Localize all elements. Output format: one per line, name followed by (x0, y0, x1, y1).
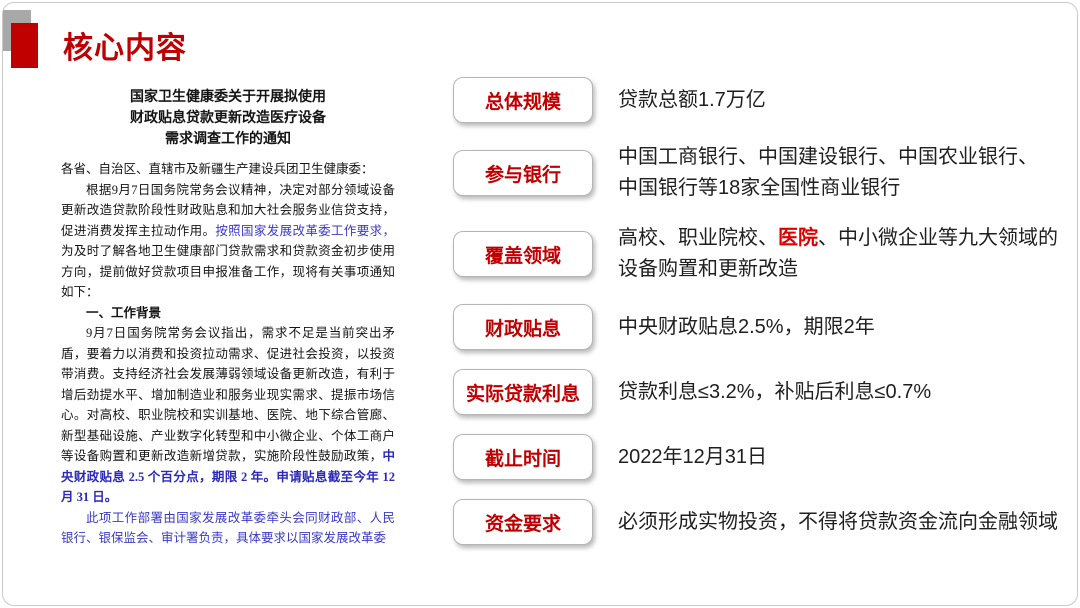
key-point-description: 中国工商银行、中国建设银行、中国农业银行、中国银行等18家全国性商业银行 (618, 142, 1038, 204)
key-points-list: 总体规模 贷款总额1.7万亿参与银行 中国工商银行、中国建设银行、中国农业银行、中国… (453, 77, 1043, 545)
key-point-pill: 总体规模 (453, 77, 593, 123)
text-segment: 中国银行等18家全国性商业银行 (618, 177, 900, 199)
text-segment-blue: 按照国家发展改革委工作要求， (215, 224, 395, 238)
key-point-label: 实际贷款利息 (466, 379, 580, 406)
key-point-row: 覆盖领域高校、职业院校、医院、中小微企业等九大领域的设备购置和更新改造 (453, 223, 1043, 285)
key-point-description: 中央财政贴息2.5%，期限2年 (618, 312, 875, 343)
description-line: 贷款利息≤3.2%，补贴后利息≤0.7% (618, 377, 931, 408)
text-segment: 、中小微企业等九大领域的 (818, 227, 1058, 249)
key-point-label: 财政贴息 (485, 314, 561, 341)
key-point-label: 参与银行 (485, 160, 561, 187)
key-point-description: 必须形成实物投资，不得将贷款资金流向金融领域 (618, 507, 1058, 538)
description-line: 中央财政贴息2.5%，期限2年 (618, 312, 875, 343)
key-point-label: 截止时间 (485, 444, 561, 471)
text-segment: 必须形成实物投资，不得将贷款资金流向金融领域 (618, 511, 1058, 533)
description-line: 高校、职业院校、医院、中小微企业等九大领域的 (618, 223, 1058, 254)
key-point-description: 高校、职业院校、医院、中小微企业等九大领域的设备购置和更新改造 (618, 223, 1058, 285)
key-point-row: 财政贴息 中央财政贴息2.5%，期限2年 (453, 304, 1043, 350)
key-point-pill: 资金要求 (453, 499, 593, 545)
text-segment: 贷款利息≤3.2%，补贴后利息≤0.7% (618, 381, 931, 403)
text-segment: 中央财政贴息2.5%，期限2年 (618, 316, 875, 338)
text-segment: 贷款总额1.7万亿 (618, 89, 766, 111)
key-point-row: 资金要求必须形成实物投资，不得将贷款资金流向金融领域 (453, 499, 1043, 545)
key-point-pill: 参与银行 (453, 150, 593, 196)
text-segment-red: 医院 (778, 227, 818, 249)
text-segment: 设备购置和更新改造 (618, 258, 798, 280)
key-point-row: 实际贷款利息 贷款利息≤3.2%，补贴后利息≤0.7% (453, 369, 1043, 415)
document-title-line: 需求调查工作的通知 (61, 129, 395, 150)
text-segment: 9月7日国务院常务会议指出，需求不足是当前突出矛盾，要着力以消费和投资拉动需求、… (61, 326, 395, 463)
key-point-pill: 实际贷款利息 (453, 369, 593, 415)
document-paragraph: 各省、自治区、直辖市及新疆生产建设兵团卫生健康委： (61, 159, 395, 180)
document-paragraph: 一、工作背景 (61, 303, 395, 324)
key-point-row: 总体规模 贷款总额1.7万亿 (453, 77, 1043, 123)
page-title: 核心内容 (63, 23, 187, 67)
slide: 核心内容 国家卫生健康委关于开展拟使用财政贴息贷款更新改造医疗设备需求调查工作的… (2, 2, 1078, 606)
key-point-description: 贷款利息≤3.2%，补贴后利息≤0.7% (618, 377, 931, 408)
text-segment-blue: 此项工作部署由国家发展改革委牵头会同财政部、人民银行、银保监会、审计署负责，具体… (61, 511, 395, 546)
key-point-label: 覆盖领域 (485, 241, 561, 268)
text-segment: 高校、职业院校、 (618, 227, 778, 249)
description-line: 设备购置和更新改造 (618, 254, 1058, 285)
key-point-pill: 覆盖领域 (453, 231, 593, 277)
key-point-row: 截止时间 2022年12月31日 (453, 434, 1043, 480)
text-segment: 2022年12月31日 (618, 446, 767, 468)
notice-document: 国家卫生健康委关于开展拟使用财政贴息贷款更新改造医疗设备需求调查工作的通知各省、… (61, 87, 395, 549)
key-point-description: 2022年12月31日 (618, 442, 767, 473)
description-line: 必须形成实物投资，不得将贷款资金流向金融领域 (618, 507, 1058, 538)
text-segment-bold: 一、工作背景 (86, 306, 161, 320)
description-line: 2022年12月31日 (618, 442, 767, 473)
document-paragraph: 9月7日国务院常务会议指出，需求不足是当前突出矛盾，要着力以消费和投资拉动需求、… (61, 323, 395, 508)
key-point-description: 贷款总额1.7万亿 (618, 85, 766, 116)
description-line: 中国银行等18家全国性商业银行 (618, 173, 1038, 204)
deco-red-square (11, 23, 38, 68)
description-line: 中国工商银行、中国建设银行、中国农业银行、 (618, 142, 1038, 173)
text-segment: 各省、自治区、直辖市及新疆生产建设兵团卫生健康委： (61, 162, 374, 176)
document-title-line: 国家卫生健康委关于开展拟使用 (61, 87, 395, 108)
key-point-pill: 截止时间 (453, 434, 593, 480)
description-line: 贷款总额1.7万亿 (618, 85, 766, 116)
document-title-gap (61, 150, 395, 159)
key-point-label: 总体规模 (485, 87, 561, 114)
key-point-pill: 财政贴息 (453, 304, 593, 350)
text-segment: 为及时了解各地卫生健康部门贷款需求和贷款资金初步使用方向，提前做好贷款项目申报准… (61, 244, 395, 299)
document-title-line: 财政贴息贷款更新改造医疗设备 (61, 108, 395, 129)
document-paragraph: 根据9月7日国务院常务会议精神，决定对部分领域设备更新改造贷款阶段性财政贴息和加… (61, 180, 395, 303)
key-point-label: 资金要求 (485, 509, 561, 536)
key-point-row: 参与银行 中国工商银行、中国建设银行、中国农业银行、中国银行等18家全国性商业银行 (453, 142, 1043, 204)
text-segment: 中国工商银行、中国建设银行、中国农业银行、 (618, 146, 1038, 168)
document-paragraph: 此项工作部署由国家发展改革委牵头会同财政部、人民银行、银保监会、审计署负责，具体… (61, 508, 395, 549)
